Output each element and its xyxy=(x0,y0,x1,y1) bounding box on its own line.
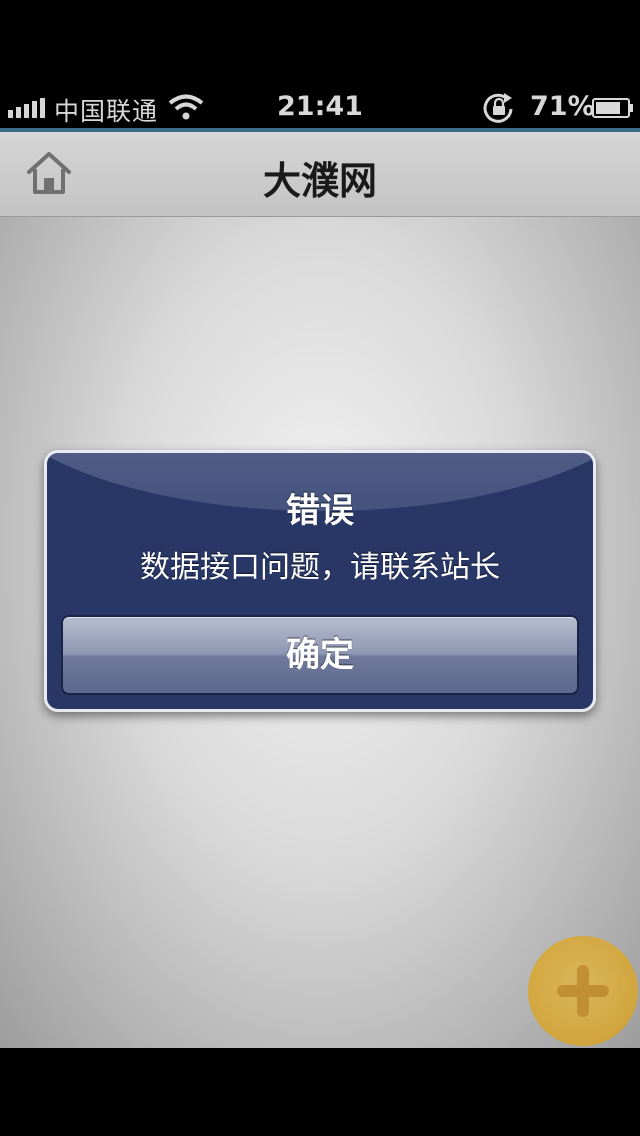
battery-icon xyxy=(592,98,633,118)
rotation-lock-icon xyxy=(483,93,513,123)
navigation-bar: 大濮网 xyxy=(0,132,640,217)
battery-percent: 71% xyxy=(530,91,595,122)
error-alert-dialog: 错误 数据接口问题，请联系站长 确定 xyxy=(44,450,596,712)
page-title: 大濮网 xyxy=(262,159,377,203)
alert-message: 数据接口问题，请联系站长 xyxy=(140,550,500,585)
confirm-button[interactable]: 确定 xyxy=(61,615,579,695)
plus-icon-vertical xyxy=(577,965,589,1017)
alert-title: 错误 xyxy=(286,491,354,531)
add-button[interactable] xyxy=(528,936,638,1046)
bottom-bezel xyxy=(0,1048,640,1136)
status-bar: 中国联通 21:41 71% xyxy=(0,88,640,128)
screen: 中国联通 21:41 71% 大濮网 错误 数据接口问题，请联系站长 确定 xyxy=(0,0,640,1136)
